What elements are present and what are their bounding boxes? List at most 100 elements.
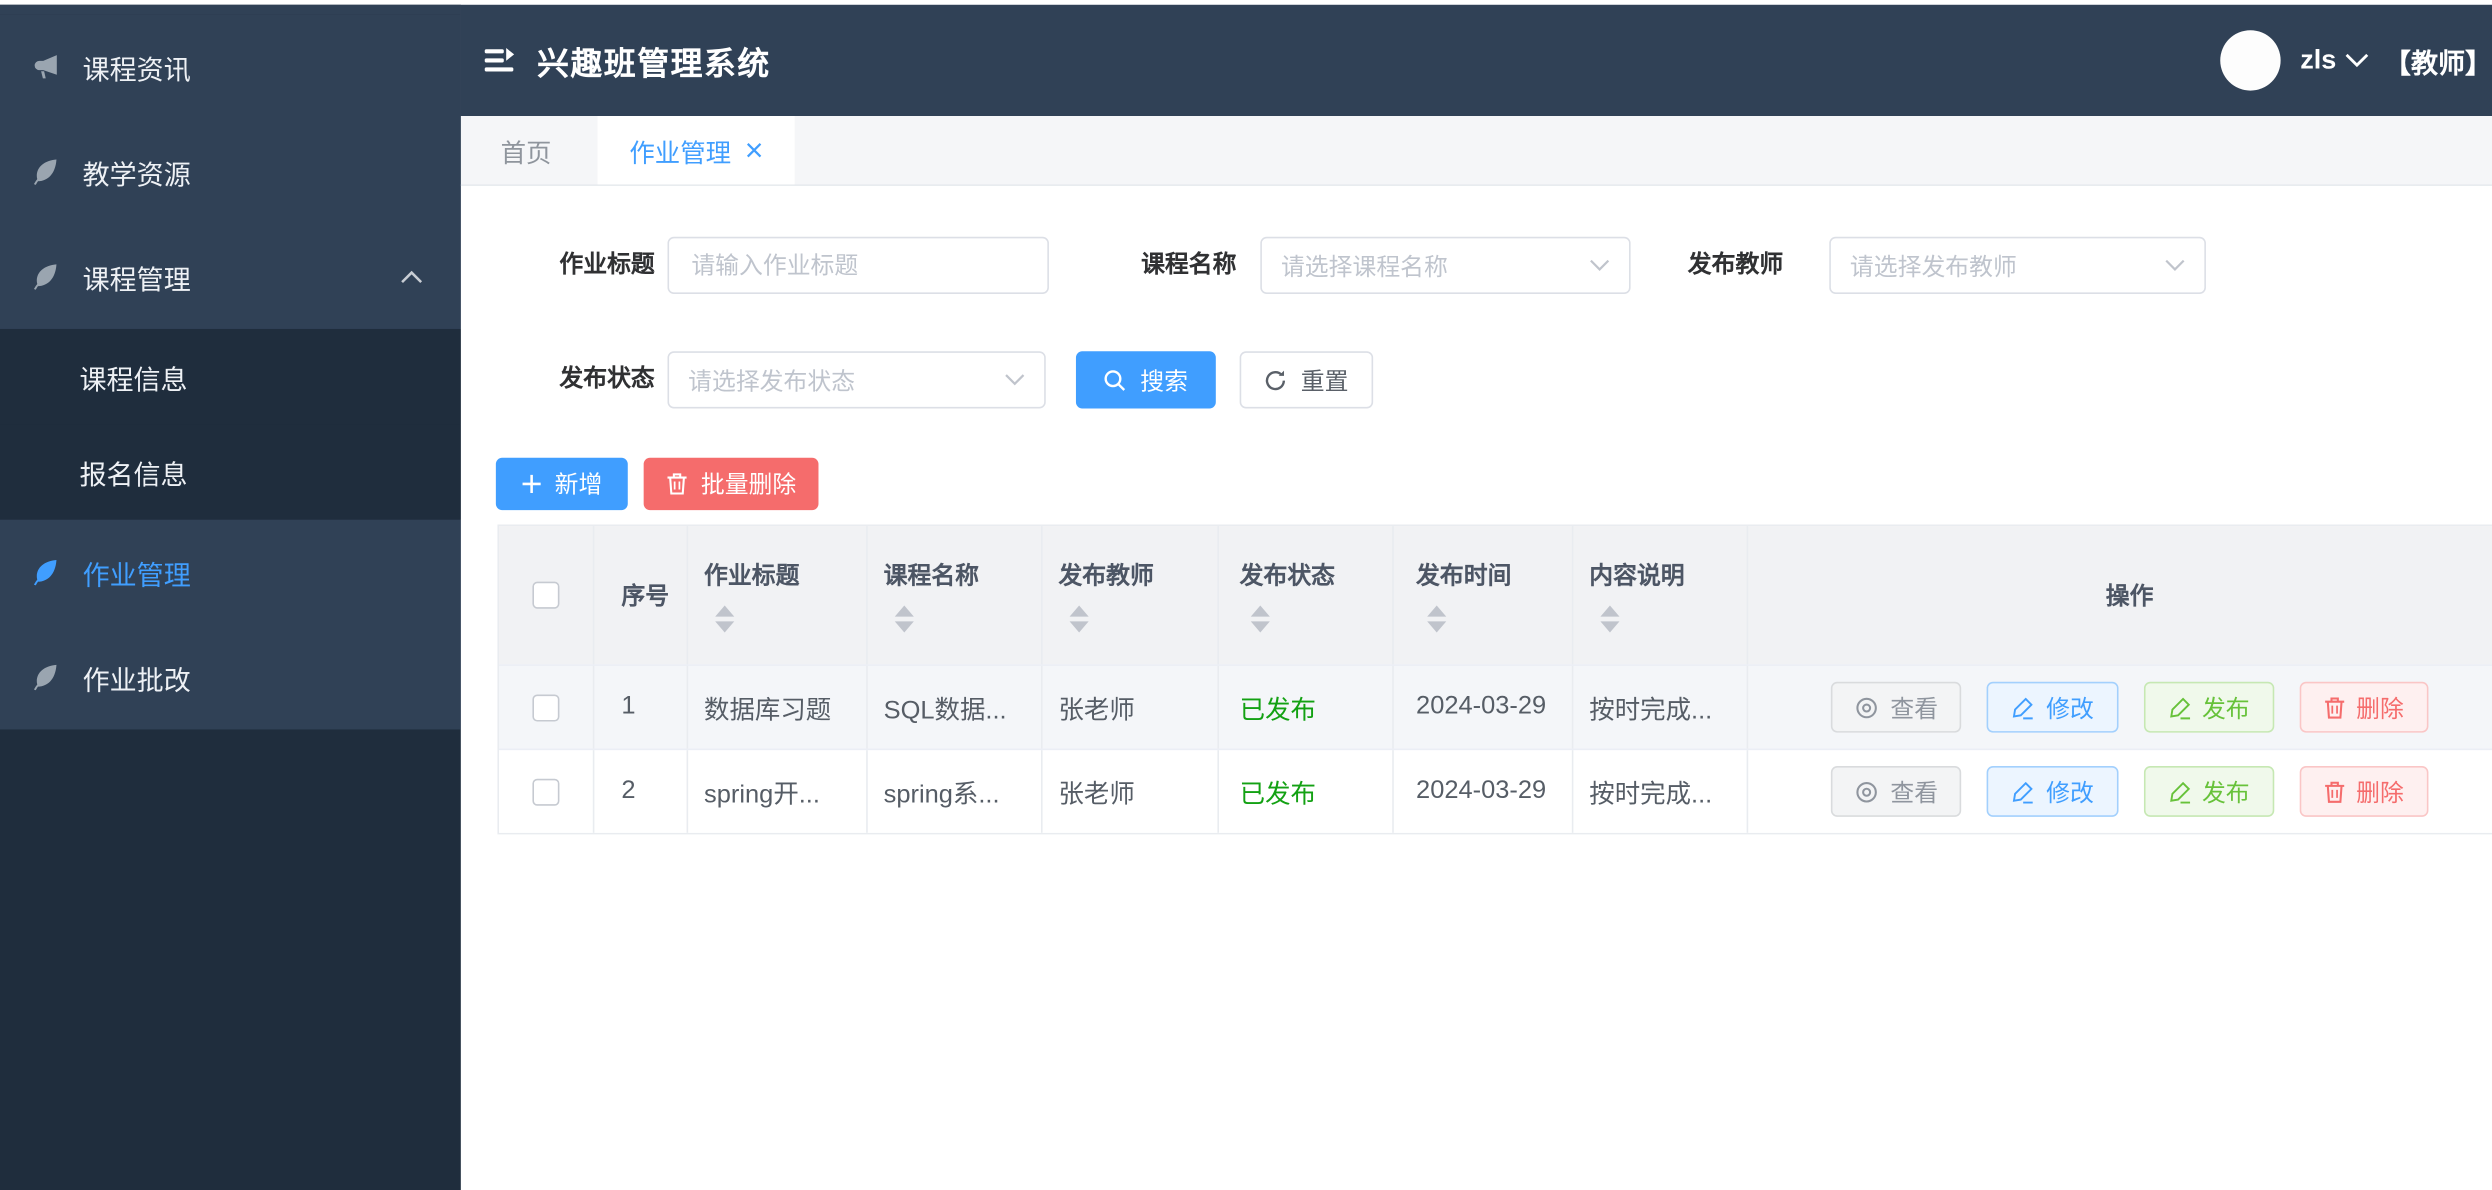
hamburger-icon[interactable] (482, 43, 517, 78)
header-user-area[interactable]: zls 【教师】 (2220, 30, 2492, 91)
chevron-down-icon (2165, 259, 2185, 271)
chevron-up-icon (401, 269, 423, 283)
column-header-desc[interactable]: 内容说明 (1589, 558, 1685, 633)
edit-button-label: 修改 (2046, 779, 2094, 807)
eye-icon (1857, 696, 1878, 718)
course-name-select[interactable]: 请选择课程名称 (1260, 236, 1631, 295)
username: zls (2300, 44, 2337, 75)
refresh-icon (1266, 369, 1286, 390)
row-checkbox[interactable] (532, 693, 560, 721)
select-placeholder: 请选择课程名称 (1280, 253, 1448, 281)
batch-delete-button[interactable]: 批量删除 (643, 457, 819, 511)
cell-course: spring系... (883, 781, 1000, 809)
select-all-checkbox[interactable] (532, 581, 560, 609)
homework-title-input-field[interactable] (688, 250, 1029, 281)
cell-desc: 按时完成... (1589, 781, 1713, 809)
row-checkbox[interactable] (532, 777, 560, 805)
column-header-title[interactable]: 作业标题 (704, 558, 799, 633)
column-header-course[interactable]: 课程名称 (884, 558, 979, 633)
column-header-actions: 操作 (2105, 583, 2154, 611)
cell-teacher: 张老师 (1058, 697, 1135, 725)
sidebar-item-teaching-resources[interactable]: 教学资源 (0, 119, 461, 224)
status-badge: 已发布 (1239, 697, 1316, 725)
chevron-down-icon (2345, 53, 2369, 68)
table-header-row: 序号 作业标题 课程名称 发布教师 发布状态 发布时间 内容说明 操作 (499, 526, 2492, 665)
cell-course: SQL数据... (883, 697, 1007, 725)
view-button[interactable]: 查看 (1831, 766, 1962, 817)
reset-button[interactable]: 重置 (1239, 351, 1374, 409)
chevron-down-icon (1005, 374, 1025, 386)
sidebar-item-label: 作业批改 (82, 665, 191, 696)
search-icon (1105, 369, 1126, 391)
column-header-time[interactable]: 发布时间 (1416, 558, 1511, 633)
sort-carets-icon[interactable] (893, 605, 915, 633)
cell-index: 2 (621, 777, 636, 805)
sidebar-subitem-enrollment-info[interactable]: 报名信息 (0, 424, 461, 520)
table-row[interactable]: 1 数据库习题 SQL数据... 张老师 已发布 2024-03-29 按时完成… (499, 664, 2492, 749)
search-button[interactable]: 搜索 (1075, 351, 1216, 409)
cell-time: 2024-03-29 (1416, 692, 1547, 720)
status-badge: 已发布 (1239, 781, 1316, 809)
pen-icon (2013, 696, 2034, 719)
pen-icon (2169, 696, 2190, 719)
sort-carets-icon[interactable] (1599, 605, 1621, 633)
tab-home[interactable]: 首页 (461, 116, 591, 184)
sidebar-subitem-course-info[interactable]: 课程信息 (0, 328, 461, 425)
sidebar-item-label: 作业管理 (82, 560, 191, 591)
trash-icon (667, 473, 687, 495)
delete-button-label: 删除 (2356, 695, 2404, 723)
tags-view-bar: 首页 作业管理 (460, 116, 2492, 186)
view-button[interactable]: 查看 (1831, 681, 1962, 733)
sort-carets-icon[interactable] (1249, 605, 1271, 633)
filter-label-course-name: 课程名称 (1141, 251, 1237, 279)
page-title: 兴趣班管理系统 (537, 46, 771, 82)
sidebar-item-label: 教学资源 (82, 159, 191, 190)
add-button[interactable]: 新增 (495, 457, 628, 511)
pen-icon (2169, 781, 2190, 803)
eye-icon (1857, 781, 1878, 802)
homework-title-input[interactable] (667, 236, 1049, 295)
delete-button[interactable]: 删除 (2298, 766, 2428, 817)
column-header-index: 序号 (621, 583, 670, 611)
role-badge: 【教师】 (2383, 48, 2492, 79)
close-icon[interactable] (745, 141, 762, 158)
sidebar-item-homework-management[interactable]: 作业管理 (0, 520, 461, 625)
cell-title: spring开... (704, 781, 820, 809)
sidebar-item-course-management[interactable]: 课程管理 (0, 224, 461, 329)
sort-carets-icon[interactable] (1068, 605, 1090, 633)
filter-label-homework-title: 作业标题 (559, 251, 655, 279)
tab-homework-management[interactable]: 作业管理 (597, 116, 795, 185)
publish-button[interactable]: 发布 (2143, 681, 2274, 733)
edit-button[interactable]: 修改 (1987, 681, 2118, 733)
select-placeholder: 请选择发布状态 (688, 367, 856, 395)
tab-label: 首页 (500, 140, 552, 168)
column-header-teacher[interactable]: 发布教师 (1058, 558, 1154, 633)
top-header: 兴趣班管理系统 zls 【教师】 (460, 4, 2492, 117)
trash-icon (2324, 696, 2344, 718)
sort-carets-icon[interactable] (714, 605, 736, 633)
sidebar-submenu: 课程信息 报名信息 (0, 328, 461, 520)
column-header-status[interactable]: 发布状态 (1240, 558, 1335, 633)
table-row[interactable]: 2 spring开... spring系... 张老师 已发布 2024-03-… (499, 748, 2492, 833)
select-placeholder: 请选择发布教师 (1849, 253, 2017, 281)
cell-index: 1 (621, 692, 636, 720)
sidebar: 课程资讯 教学资源 课程管理 课程信息 报名信息 作业管理 作业批改 (0, 4, 461, 1190)
add-button-label: 新增 (554, 472, 603, 500)
cell-desc: 按时完成... (1589, 697, 1713, 725)
publish-teacher-select[interactable]: 请选择发布教师 (1829, 236, 2206, 295)
avatar[interactable] (2220, 30, 2282, 91)
sidebar-item-course-news[interactable]: 课程资讯 (0, 14, 461, 119)
filter-label-publish-status: 发布状态 (559, 365, 655, 393)
sort-carets-icon[interactable] (1426, 605, 1448, 633)
publish-status-select[interactable]: 请选择发布状态 (667, 351, 1046, 409)
leaf-icon (33, 559, 57, 586)
cell-time: 2024-03-29 (1416, 777, 1547, 805)
delete-button[interactable]: 删除 (2298, 681, 2428, 733)
publish-button[interactable]: 发布 (2143, 766, 2274, 817)
view-button-label: 查看 (1890, 779, 1939, 807)
pen-icon (2013, 781, 2034, 803)
sidebar-item-homework-grading[interactable]: 作业批改 (0, 625, 461, 730)
edit-button[interactable]: 修改 (1987, 766, 2118, 817)
chevron-down-icon (1590, 259, 1610, 271)
sidebar-item-label: 课程资讯 (82, 54, 191, 86)
